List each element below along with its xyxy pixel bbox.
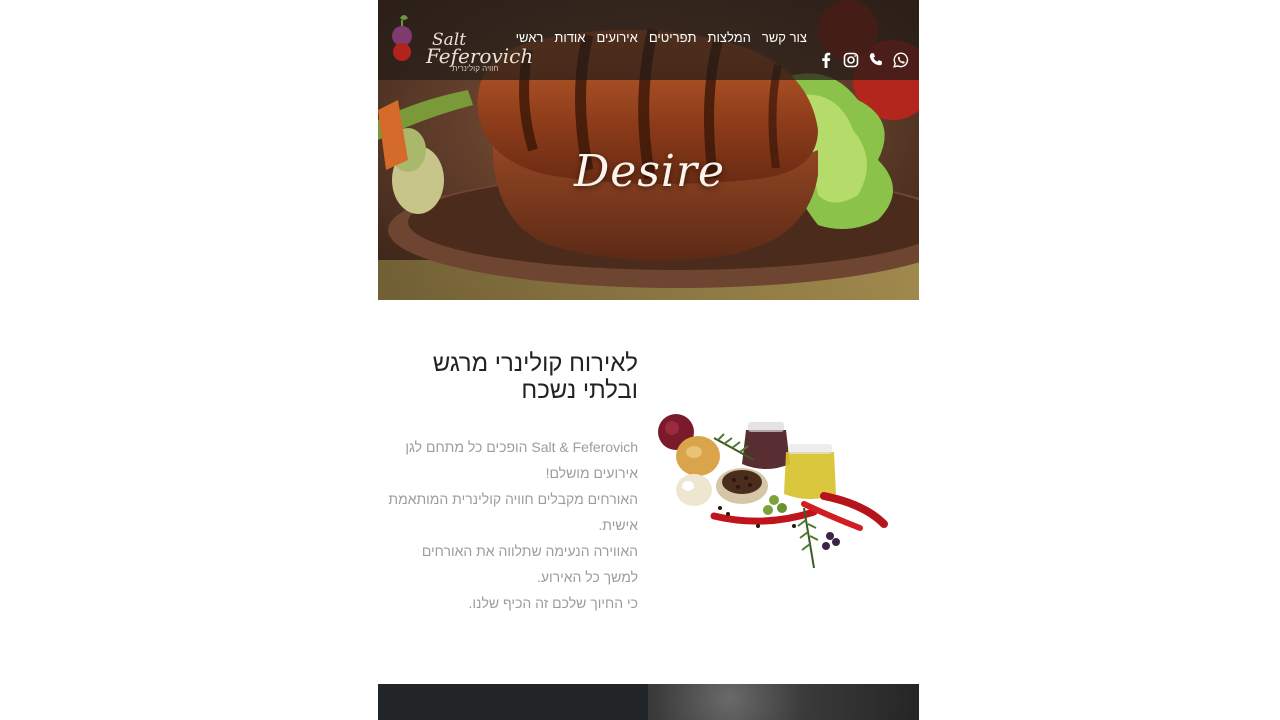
- section-dark-panel: [378, 684, 648, 720]
- brand-tagline: חוויה קולינרית: [452, 64, 499, 73]
- nav-item-home[interactable]: ראשי: [516, 30, 544, 48]
- instagram-icon[interactable]: [843, 52, 859, 68]
- spices-image: [658, 414, 888, 569]
- nav-item-menus[interactable]: תפריטים: [649, 30, 697, 48]
- logo-emblem-icon: [392, 15, 412, 61]
- intro-body: Salt & Feferovich הופכים כל מתחם לגן איר…: [388, 434, 638, 616]
- intro-heading: לאירוח קולינרי מרגש ובלתי נשכח: [432, 350, 638, 404]
- main-nav: ראשי אודות אירועים תפריטים המלצות צור קש…: [516, 30, 807, 48]
- whatsapp-icon[interactable]: [893, 52, 909, 68]
- hero-title: Desire: [574, 146, 726, 197]
- intro-paragraph: האווירה הנעימה שתלווה את האורחים למשך כל…: [421, 543, 638, 585]
- nav-item-about[interactable]: אודות: [554, 30, 585, 48]
- social-links: [818, 52, 909, 68]
- intro-paragraph: האורחים מקבלים חוויה קולינרית המותאמת אי…: [388, 491, 638, 533]
- hero-banner: Desire Salt Feferovich חוויה קולינרית רא…: [378, 0, 919, 300]
- site-header: Salt Feferovich חוויה קולינרית ראשי אודו…: [378, 0, 919, 80]
- facebook-icon[interactable]: [818, 52, 834, 68]
- page: Desire Salt Feferovich חוויה קולינרית רא…: [378, 0, 919, 720]
- section-image-panel: [648, 684, 919, 720]
- phone-icon[interactable]: [868, 52, 884, 68]
- nav-item-testimonials[interactable]: המלצות: [708, 30, 751, 48]
- nav-item-events[interactable]: אירועים: [596, 30, 637, 48]
- intro-paragraph: Salt & Feferovich הופכים כל מתחם לגן איר…: [405, 439, 638, 481]
- brand-logo[interactable]: Salt Feferovich חוויה קולינרית: [390, 12, 533, 73]
- intro-paragraph: כי החיוך שלכם זה הכיף שלנו.: [468, 595, 638, 611]
- nav-item-contact[interactable]: צור קשר: [762, 30, 807, 48]
